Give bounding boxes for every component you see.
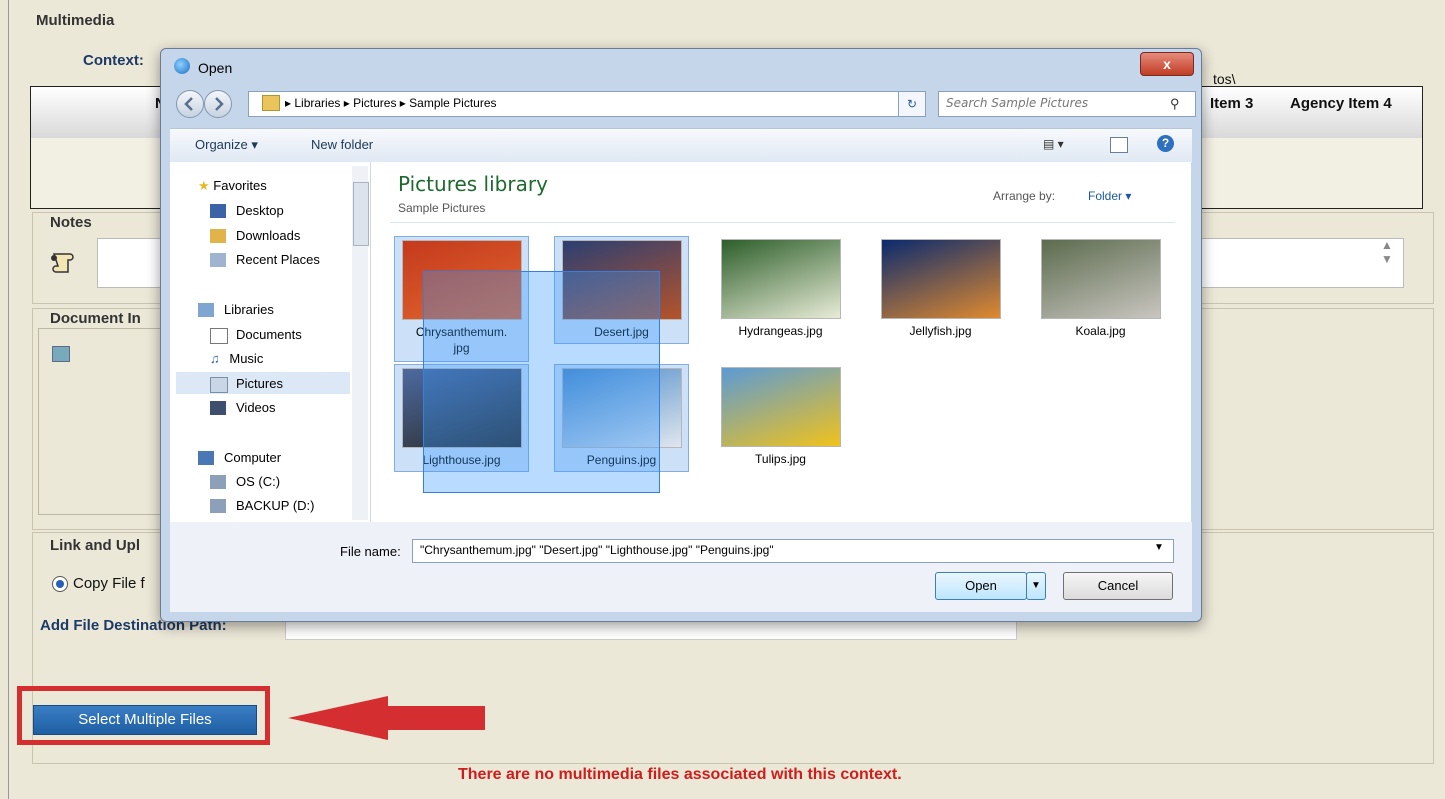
notes-title: Notes: [50, 214, 92, 231]
nav-item-computer[interactable]: Computer: [198, 450, 281, 465]
open-dropdown-icon[interactable]: ▼: [1026, 572, 1046, 600]
dialog-title: Open: [198, 60, 233, 76]
nav-item-videos[interactable]: Videos: [210, 400, 276, 415]
grid-header-agency-item-4[interactable]: Agency Item 4: [1290, 95, 1392, 112]
open-button[interactable]: Open: [935, 572, 1027, 600]
file-item[interactable]: Hydrangeas.jpg: [714, 236, 847, 342]
copy-file-radio[interactable]: [52, 576, 68, 592]
red-arrow-icon: [288, 696, 488, 745]
file-item[interactable]: Koala.jpg: [1034, 236, 1167, 342]
nav-item-recent-places[interactable]: Recent Places: [210, 252, 320, 267]
breadcrumb-sample-pictures[interactable]: Sample Pictures: [409, 96, 496, 110]
nav-item-backup-d[interactable]: BACKUP (D:): [210, 498, 315, 513]
nav-label: Pictures: [236, 376, 283, 391]
nav-label: Recent Places: [236, 252, 320, 267]
search-icon[interactable]: ⚲: [1170, 96, 1180, 112]
notes-scroll-arrows-icon[interactable]: ▲ ▼: [1374, 238, 1400, 268]
dialog-app-icon: [174, 58, 190, 74]
back-button[interactable]: [176, 90, 204, 118]
file-name-dropdown-icon[interactable]: ▼: [1154, 542, 1164, 553]
file-name-label: File name:: [340, 544, 401, 559]
link-upload-title: Link and Upl: [50, 537, 140, 554]
pictures-icon: [210, 377, 228, 393]
nav-item-favorites[interactable]: ★ Favorites: [198, 178, 267, 194]
recent-icon: [210, 253, 226, 267]
nav-label: Music: [229, 351, 264, 366]
nav-label: Libraries: [224, 302, 274, 317]
file-thumbnail: [881, 239, 1001, 319]
nav-item-libraries[interactable]: Libraries: [198, 302, 274, 317]
nav-item-documents[interactable]: Documents: [210, 327, 302, 344]
nav-item-downloads[interactable]: Downloads: [210, 228, 300, 243]
file-item[interactable]: Jellyfish.jpg: [874, 236, 1007, 342]
dialog-close-button[interactable]: x: [1140, 52, 1194, 76]
nav-label: Downloads: [236, 228, 301, 243]
select-multiple-files-button[interactable]: Select Multiple Files: [33, 705, 257, 735]
drive-icon: [210, 475, 226, 489]
change-view-icon[interactable]: ▤ ▾: [1043, 137, 1064, 151]
file-thumbnail: [721, 367, 841, 447]
nav-label: BACKUP (D:): [236, 498, 315, 513]
multimedia-section-title: Multimedia: [36, 12, 115, 29]
file-thumbnail: [721, 239, 841, 319]
nav-label: Videos: [236, 400, 276, 415]
nav-label: Documents: [236, 327, 302, 342]
nav-item-pictures[interactable]: Pictures: [210, 376, 283, 393]
forward-button[interactable]: [204, 90, 232, 118]
refresh-icon[interactable]: ↻: [898, 91, 926, 117]
nav-item-desktop[interactable]: Desktop: [210, 203, 284, 218]
new-folder-button[interactable]: New folder: [311, 137, 373, 152]
downloads-icon: [210, 229, 226, 243]
library-subtitle: Sample Pictures: [398, 201, 486, 215]
content-divider: [390, 222, 1175, 223]
breadcrumb-pictures[interactable]: Pictures: [353, 96, 396, 110]
selection-marquee: [423, 271, 660, 493]
nav-item-os-c[interactable]: OS (C:): [210, 474, 280, 489]
copy-file-label: Copy File f: [73, 575, 145, 592]
document-section-title: Document In: [50, 310, 141, 327]
file-name: Hydrangeas.jpg: [738, 324, 823, 338]
no-files-message: There are no multimedia files associated…: [458, 766, 902, 783]
breadcrumb[interactable]: ▸ Libraries ▸ Pictures ▸ Sample Pictures: [285, 96, 497, 110]
search-placeholder: Search Sample Pictures: [946, 96, 1089, 110]
nav-scroll-thumb[interactable]: [353, 182, 369, 246]
drive-icon: [210, 499, 226, 513]
folder-icon: [262, 95, 280, 111]
nav-label: Desktop: [236, 203, 284, 218]
file-name: Koala.jpg: [1075, 324, 1126, 338]
nav-label: Computer: [224, 450, 282, 465]
arrange-by-dropdown[interactable]: Folder ▾: [1088, 189, 1131, 203]
file-name: Jellyfish.jpg: [909, 324, 972, 338]
library-icon: [198, 303, 214, 317]
preview-pane-icon[interactable]: [1110, 137, 1128, 153]
context-label: Context:: [83, 52, 144, 69]
file-name: Tulips.jpg: [755, 452, 806, 466]
file-name-value: "Chrysanthemum.jpg" "Desert.jpg" "Lighth…: [420, 543, 774, 557]
notes-scroll-icon[interactable]: [48, 250, 78, 276]
cancel-button[interactable]: Cancel: [1063, 572, 1173, 600]
nav-label: Favorites: [213, 178, 267, 193]
image-placeholder-icon: [52, 346, 70, 362]
library-title: Pictures library: [398, 172, 548, 196]
grid-header-item-3[interactable]: Item 3: [1210, 95, 1253, 112]
computer-icon: [198, 451, 214, 465]
help-icon[interactable]: ?: [1157, 135, 1174, 152]
context-path: tos\: [1213, 71, 1236, 87]
organize-menu[interactable]: Organize ▾: [195, 137, 258, 153]
nav-item-music[interactable]: ♫ Music: [210, 351, 263, 366]
desktop-icon: [210, 204, 226, 218]
arrange-by-label: Arrange by:: [993, 189, 1056, 203]
document-icon: [210, 328, 228, 344]
nav-label: OS (C:): [236, 474, 281, 489]
breadcrumb-libraries[interactable]: Libraries: [294, 96, 340, 110]
videos-icon: [210, 401, 226, 415]
file-thumbnail: [1041, 239, 1161, 319]
file-item[interactable]: Tulips.jpg: [714, 364, 847, 470]
